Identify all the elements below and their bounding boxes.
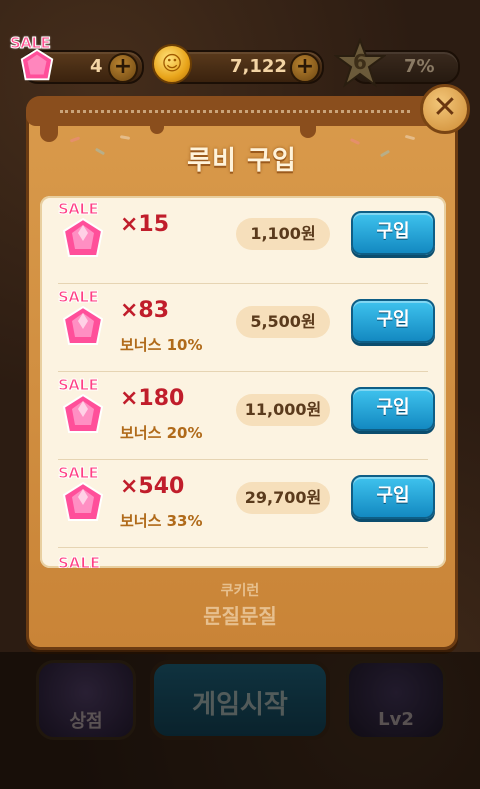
divider xyxy=(58,547,428,548)
character-level-label: Lv2 xyxy=(378,709,414,730)
buy-button[interactable]: 구입 xyxy=(351,299,435,343)
ruby-quantity: ×180 xyxy=(120,386,185,411)
ruby-count: 4 xyxy=(90,56,103,77)
ruby-quantity: ×15 xyxy=(120,212,170,237)
list-item: SALE ×83 보너스 10% 5,500원 구입 xyxy=(40,284,446,372)
top-bar: 4 + SALE 7,122 + ☺ 7% 6 xyxy=(0,0,480,95)
close-button[interactable]: ✕ xyxy=(420,84,470,134)
game-start-button[interactable]: 게임시작 xyxy=(150,660,330,740)
ruby-icon xyxy=(62,217,104,257)
ruby-icon xyxy=(62,481,104,521)
dialog-title: 루비 구입 xyxy=(187,146,297,176)
ruby-icon xyxy=(62,305,104,345)
ruby-package-list[interactable]: SALE ×15 1,100원 구입 SALE ×83 보너스 10% 5,50… xyxy=(40,196,446,568)
shop-label: 상점 xyxy=(69,711,103,732)
sale-badge: SALE xyxy=(57,554,101,569)
ruby-icon xyxy=(62,393,104,433)
buy-button[interactable]: 구입 xyxy=(351,211,435,255)
buy-button[interactable]: 구입 xyxy=(351,475,435,519)
list-item: SALE ×15 1,100원 구입 xyxy=(40,196,446,284)
list-item: SALE ×540 보너스 33% 29,700원 구입 xyxy=(40,460,446,548)
add-coin-button[interactable]: + xyxy=(290,53,320,83)
bonus-label: 보너스 10% xyxy=(120,336,203,354)
sale-badge: SALE xyxy=(9,34,51,53)
logo-line2: 문질문질 xyxy=(203,604,277,628)
logo-line1: 쿠키런 xyxy=(220,583,260,599)
ruby-icon xyxy=(20,48,54,81)
character-button[interactable]: Lv2 xyxy=(346,660,446,740)
list-item: SALE ×180 보너스 20% 11,000원 구입 xyxy=(40,372,446,460)
coin-icon: ☺ xyxy=(152,44,192,84)
price-label: 1,100원 xyxy=(236,218,330,250)
player-level: 6 xyxy=(353,50,367,74)
frosting-drip xyxy=(40,120,58,142)
price-label: 29,700원 xyxy=(236,482,330,514)
buy-button[interactable]: 구입 xyxy=(351,387,435,431)
shop-button[interactable]: 상점 xyxy=(36,660,136,740)
level-percent: 7% xyxy=(404,56,435,77)
add-ruby-button[interactable]: + xyxy=(108,53,138,83)
price-label: 11,000원 xyxy=(236,394,330,426)
price-label: 5,500원 xyxy=(236,306,330,338)
bonus-label: 보너스 33% xyxy=(120,512,203,530)
ruby-quantity: ×83 xyxy=(120,298,170,323)
stitch-line xyxy=(60,110,410,115)
game-logo: 쿠키런 문질문질 xyxy=(180,580,300,636)
game-start-label: 게임시작 xyxy=(192,690,288,720)
frosting-drip xyxy=(150,120,164,134)
bonus-label: 보너스 20% xyxy=(120,424,203,442)
coin-count: 7,122 xyxy=(230,56,287,77)
ruby-quantity: ×540 xyxy=(120,474,185,499)
frosting-drip xyxy=(300,120,316,138)
